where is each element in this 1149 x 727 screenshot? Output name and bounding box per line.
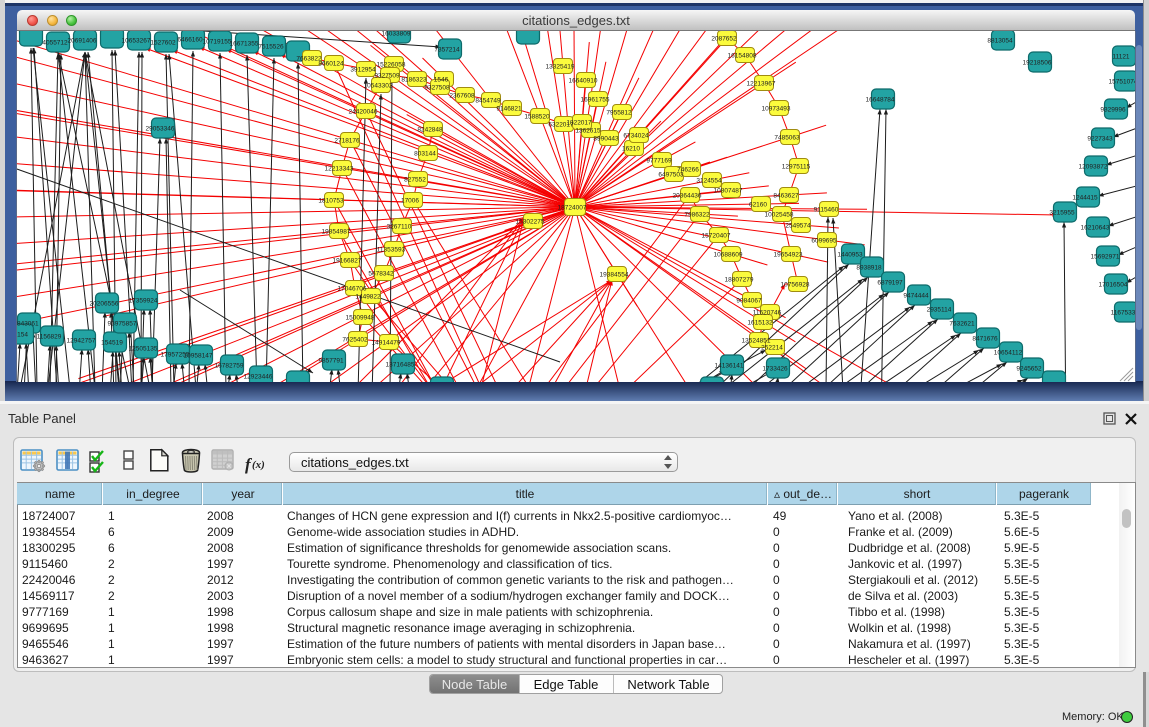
svg-text:(x): (x) (252, 459, 265, 471)
